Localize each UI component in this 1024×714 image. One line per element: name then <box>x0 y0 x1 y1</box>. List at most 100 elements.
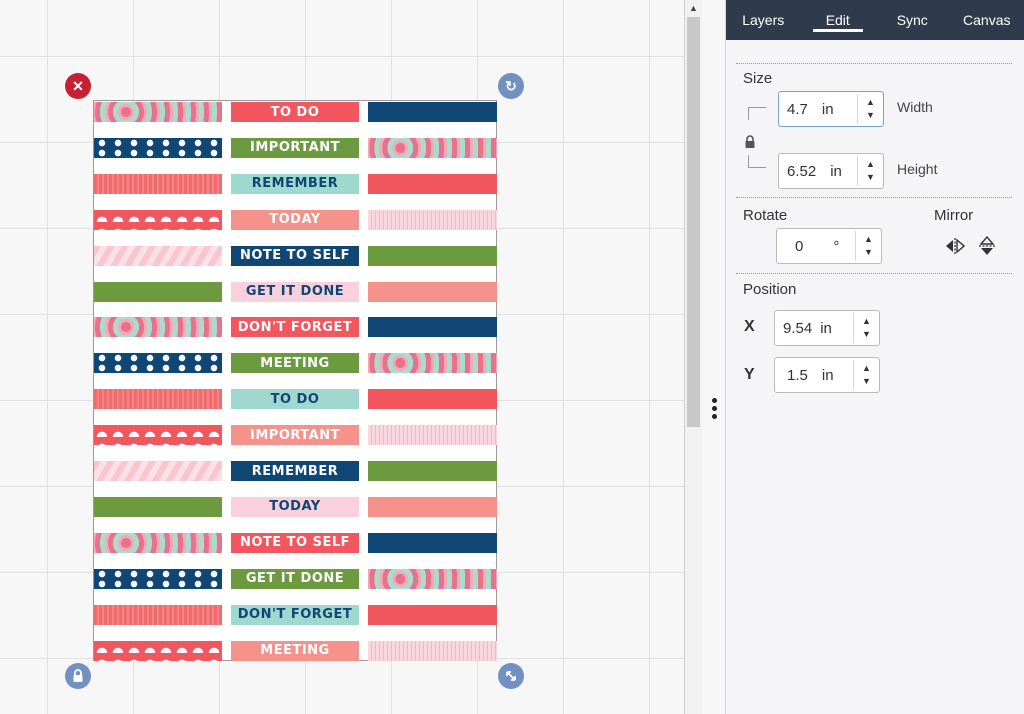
washi-strip-left <box>94 173 222 194</box>
resize-icon <box>506 671 516 681</box>
sticker-label: TODAY <box>231 209 359 230</box>
caret-up-icon: ▲ <box>864 234 873 244</box>
washi-strip-left <box>94 353 222 374</box>
caret-up-icon: ▲ <box>866 159 875 169</box>
sticker-label: REMEMBER <box>231 461 359 481</box>
tab-edit[interactable]: Edit <box>801 0 876 40</box>
rotate-input[interactable]: 0 ° ▲ ▼ <box>776 228 882 264</box>
divider <box>736 273 1012 274</box>
y-label: Y <box>744 366 755 383</box>
sticker-label: GET IT DONE <box>231 568 359 589</box>
sticker-label: IMPORTANT <box>231 137 359 158</box>
washi-strip-left <box>94 245 222 266</box>
washi-strip-right <box>368 245 497 266</box>
mirror-title: Mirror <box>934 207 974 224</box>
rotate-stepper[interactable]: ▲ ▼ <box>855 231 881 261</box>
divider <box>736 197 1012 198</box>
sticker-label: MEETING <box>231 640 359 661</box>
sticker-label: TO DO <box>231 102 359 122</box>
scrollbar-thumb[interactable] <box>687 17 700 427</box>
washi-strip-right <box>368 461 497 481</box>
washi-strip-left <box>94 102 222 122</box>
width-stepper[interactable]: ▲ ▼ <box>857 94 883 124</box>
sticker-label: GET IT DONE <box>231 281 359 302</box>
washi-strip-right <box>368 389 497 410</box>
washi-strip-left <box>94 640 222 661</box>
sticker-label: NOTE TO SELF <box>231 532 359 553</box>
rotate-handle[interactable]: ↻ <box>498 73 524 99</box>
washi-strip-left <box>94 604 222 625</box>
sticker-label: MEETING <box>231 353 359 374</box>
washi-strip-right <box>368 532 497 553</box>
sticker-sheet[interactable]: TO DO IMPORTANT REMEMBER TODAY NOTE TO SELF G… <box>93 100 497 661</box>
resize-handle[interactable] <box>498 663 524 689</box>
height-label: Height <box>897 161 938 177</box>
washi-strip-right <box>368 604 497 625</box>
tab-layers[interactable]: Layers <box>726 0 801 40</box>
washi-strip-right <box>368 102 497 122</box>
tab-canvas[interactable]: Canvas <box>950 0 1024 40</box>
panel-tabs: Layers Edit Sync Canvas <box>726 0 1024 40</box>
washi-strip-left <box>94 137 222 158</box>
y-stepper[interactable]: ▲ ▼ <box>853 360 879 390</box>
washi-strip-right <box>368 137 497 158</box>
washi-strip-left <box>94 389 222 410</box>
design-canvas[interactable]: TO DO IMPORTANT REMEMBER TODAY NOTE TO SELF G… <box>0 0 684 714</box>
washi-strip-right <box>368 425 497 446</box>
tab-sync[interactable]: Sync <box>875 0 950 40</box>
edit-panel: Layers Edit Sync Canvas Size 4.7 in ▲ ▼ W… <box>726 0 1024 714</box>
washi-strip-left <box>94 317 222 338</box>
flip-vertical-icon[interactable] <box>978 236 996 256</box>
width-label: Width <box>897 99 933 115</box>
washi-strip-right <box>368 317 497 338</box>
caret-down-icon: ▼ <box>866 172 875 182</box>
sticker-label: TODAY <box>231 496 359 517</box>
lock-icon <box>73 669 83 682</box>
sticker-label: DON'T FORGET <box>231 604 359 625</box>
caret-down-icon: ▼ <box>866 110 875 120</box>
x-stepper[interactable]: ▲ ▼ <box>853 313 879 343</box>
canvas-scrollbar[interactable]: ▲ <box>684 0 702 714</box>
washi-strip-left <box>94 281 222 302</box>
washi-strip-left <box>94 532 222 553</box>
position-title: Position <box>743 281 797 298</box>
caret-down-icon: ▼ <box>864 247 873 257</box>
height-input[interactable]: 6.52 in ▲ ▼ <box>778 153 884 189</box>
rotate-icon: ↻ <box>505 77 517 94</box>
lock-handle[interactable] <box>65 663 91 689</box>
rotate-title: Rotate <box>743 207 788 224</box>
caret-down-icon: ▼ <box>862 329 871 339</box>
sticker-label: TO DO <box>231 389 359 410</box>
washi-strip-left <box>94 496 222 517</box>
lock-icon[interactable] <box>744 135 756 149</box>
sticker-label: NOTE TO SELF <box>231 245 359 266</box>
close-icon: ✕ <box>72 77 84 94</box>
washi-strip-left <box>94 568 222 589</box>
panel-divider[interactable] <box>702 0 726 714</box>
size-title: Size <box>743 70 773 87</box>
washi-strip-right <box>368 568 497 589</box>
flip-horizontal-icon[interactable] <box>945 237 965 255</box>
caret-up-icon: ▲ <box>866 97 875 107</box>
caret-up-icon: ▲ <box>862 363 871 373</box>
drag-handle-icon[interactable] <box>710 398 718 422</box>
washi-strip-right <box>368 640 497 661</box>
caret-up-icon: ▲ <box>862 316 871 326</box>
x-position-input[interactable]: 9.54 in ▲ ▼ <box>774 310 880 346</box>
size-lock-bracket <box>744 105 766 170</box>
scroll-up-arrow-icon[interactable]: ▲ <box>685 0 702 16</box>
washi-strip-right <box>368 209 497 230</box>
delete-handle[interactable]: ✕ <box>65 73 91 99</box>
washi-strip-right <box>368 353 497 374</box>
washi-strip-left <box>94 425 222 446</box>
washi-strip-right <box>368 496 497 517</box>
sticker-label: REMEMBER <box>231 173 359 194</box>
washi-strip-right <box>368 281 497 302</box>
width-input[interactable]: 4.7 in ▲ ▼ <box>778 91 884 127</box>
caret-down-icon: ▼ <box>862 376 871 386</box>
y-position-input[interactable]: 1.5 in ▲ ▼ <box>774 357 880 393</box>
x-label: X <box>744 318 755 335</box>
divider <box>736 63 1012 64</box>
washi-strip-left <box>94 461 222 481</box>
height-stepper[interactable]: ▲ ▼ <box>857 156 883 186</box>
